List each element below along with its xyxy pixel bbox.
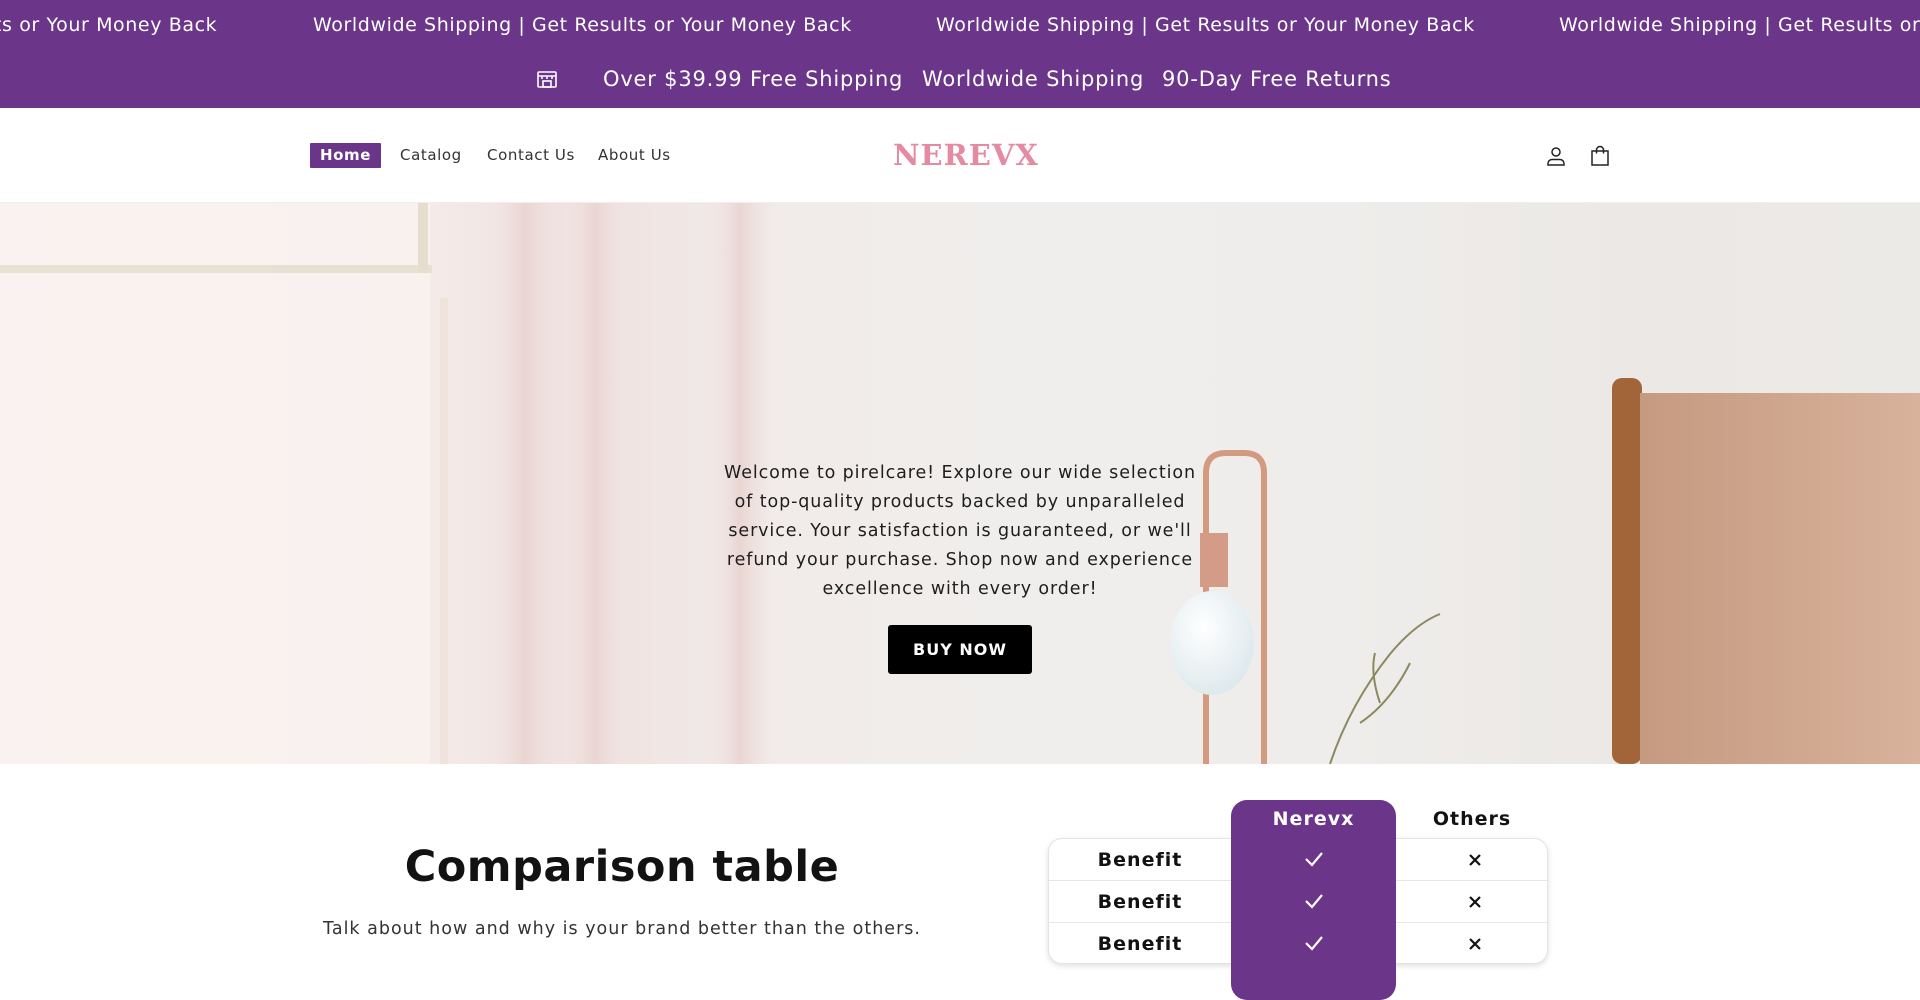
- hero-description: Welcome to pirelcare! Explore our wide s…: [724, 463, 1196, 599]
- others-column-header: Others: [1432, 808, 1512, 830]
- check-icon: [1303, 850, 1325, 868]
- free-shipping-text: Over $39.99 Free Shipping: [603, 67, 904, 91]
- x-icon: [1467, 936, 1483, 952]
- nav-home[interactable]: Home: [310, 143, 382, 168]
- buy-now-button[interactable]: BUY NOW: [888, 625, 1032, 674]
- site-header: Home Catalog Contact Us About Us NEREVX: [0, 108, 1920, 203]
- marquee-item: ts or Your Money Back: [0, 14, 218, 36]
- x-icon: [1467, 894, 1483, 910]
- benefit-label: Benefit: [1097, 849, 1183, 871]
- comparison-title: Comparison table: [404, 842, 840, 892]
- nav-about-us[interactable]: About Us: [598, 146, 671, 164]
- announcement-bar: Over $39.99 Free Shipping Worldwide Ship…: [0, 50, 1920, 108]
- marquee-item: Worldwide Shipping | Get Results or Your…: [313, 14, 852, 36]
- cart-icon[interactable]: [1588, 144, 1612, 168]
- brand-column-header: Nerevx: [1272, 808, 1355, 830]
- marquee-bar: ts or Your Money Back Worldwide Shipping…: [0, 0, 1920, 50]
- benefit-label: Benefit: [1097, 891, 1183, 913]
- hero-banner: Welcome to pirelcare! Explore our wide s…: [0, 203, 1920, 764]
- account-icon[interactable]: [1544, 144, 1568, 168]
- check-icon: [1303, 892, 1325, 910]
- worldwide-shipping-text: Worldwide Shipping: [922, 67, 1145, 91]
- x-icon: [1467, 852, 1483, 868]
- comparison-subtitle: Talk about how and why is your brand bet…: [323, 919, 921, 939]
- brand-column: Nerevx: [1231, 800, 1396, 1000]
- returns-text: 90-Day Free Returns: [1162, 67, 1392, 91]
- brand-logo[interactable]: NEREVX: [893, 138, 1039, 172]
- nav-catalog[interactable]: Catalog: [400, 146, 462, 164]
- check-icon: [1303, 934, 1325, 952]
- benefit-label: Benefit: [1097, 933, 1183, 955]
- store-icon: [535, 67, 559, 91]
- nav-contact-us[interactable]: Contact Us: [487, 146, 575, 164]
- marquee-item: Worldwide Shipping | Get Results or Your…: [936, 14, 1475, 36]
- marquee-item: Worldwide Shipping | Get Results or Your…: [1559, 14, 1920, 36]
